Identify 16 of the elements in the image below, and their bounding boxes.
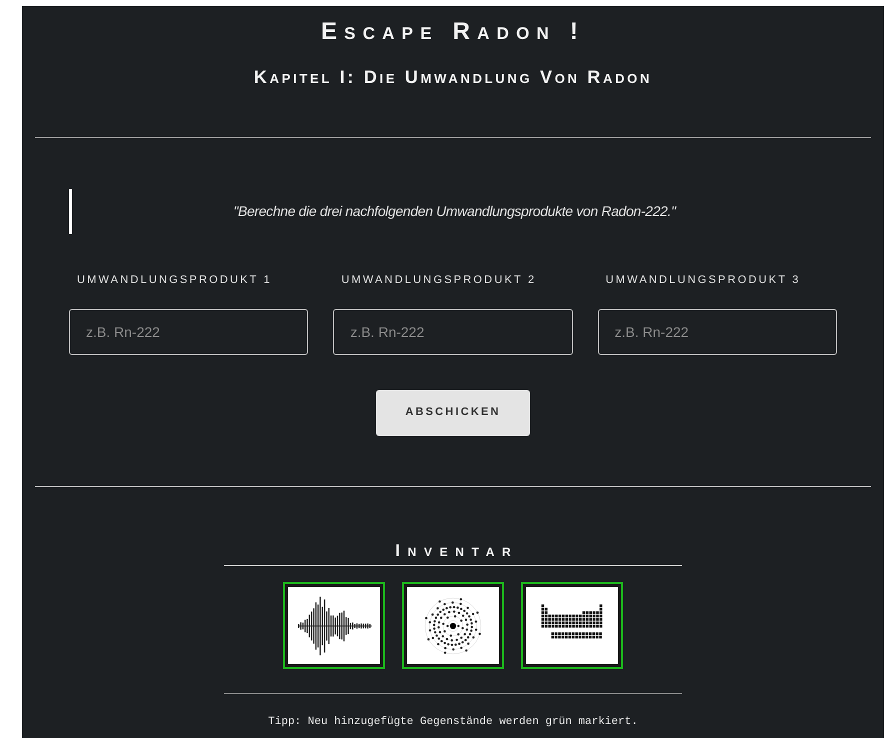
chapter-heading: Kapitel I: Die Umwandlung Von Radon bbox=[254, 66, 652, 89]
input-field[interactable]: z.B. Rn-222 bbox=[69, 308, 308, 354]
inventory-heading: Inventar bbox=[394, 540, 518, 562]
inventory-item[interactable] bbox=[523, 584, 621, 667]
field-label: UMWANDLUNGSPRODUKT 1 bbox=[76, 273, 273, 288]
game-title: Escape Radon ! bbox=[320, 17, 586, 47]
field-label: UMWANDLUNGSPRODUKT 2 bbox=[340, 273, 538, 288]
input-field[interactable]: z.B. Rn-222 bbox=[598, 308, 837, 354]
quote-text: "Berechne die drei nachfolgenden Umwandlungsprodukte von Radon-222." bbox=[232, 202, 678, 221]
tip-text: Tipp: Neu hinzugefügte Gegenstände werden grün markiert. bbox=[268, 715, 638, 730]
submit-button[interactable]: ABSCHICKEN bbox=[376, 390, 530, 436]
inventory-item[interactable] bbox=[285, 584, 383, 667]
input-field[interactable]: z.B. Rn-222 bbox=[333, 308, 573, 354]
quote-bar bbox=[69, 189, 72, 234]
field-label: UMWANDLUNGSPRODUKT 3 bbox=[604, 273, 802, 288]
inventory-item[interactable] bbox=[404, 584, 502, 667]
